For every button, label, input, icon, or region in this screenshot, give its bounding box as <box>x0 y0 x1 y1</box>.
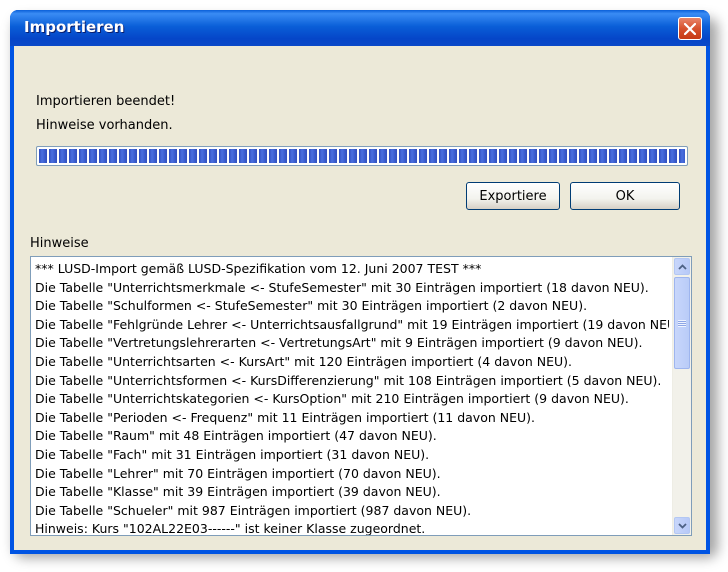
hints-lines: *** LUSD-Import gemäß LUSD-Spezifikation… <box>35 260 669 535</box>
hint-line: Die Tabelle "Unterrichtsformen <- KursDi… <box>35 372 662 388</box>
ok-button[interactable]: OK <box>570 182 680 210</box>
dialog-body: Importieren beendet! Hinweise vorhanden.… <box>14 46 706 550</box>
scroll-up-button[interactable] <box>674 258 690 275</box>
close-button[interactable] <box>678 17 702 40</box>
progress-bar <box>36 146 688 166</box>
hint-line: Die Tabelle "Schulformen <- StufeSemeste… <box>35 298 588 314</box>
hints-label: Hinweise <box>30 236 89 251</box>
hint-line: Die Tabelle "Unterrichtsarten <- KursArt… <box>35 353 572 369</box>
hint-line: *** LUSD-Import gemäß LUSD-Spezifikation… <box>35 261 482 276</box>
status-text-finished: Importieren beendet! <box>36 94 176 109</box>
progress-bar-fill <box>39 149 685 163</box>
hint-line: Die Tabelle "Vertretungslehrerarten <- V… <box>35 335 643 351</box>
hint-line: Die Tabelle "Lehrer" mit 70 Einträgen im… <box>35 465 441 481</box>
scrollbar-grip <box>678 319 686 327</box>
hint-line: Die Tabelle "Klasse" mit 39 Einträgen im… <box>35 484 441 500</box>
scroll-down-button[interactable] <box>674 517 690 534</box>
hint-line: Die Tabelle "Perioden <- Frequenz" mit 1… <box>35 409 535 425</box>
export-button[interactable]: Exportiere <box>466 182 560 210</box>
scroll-up-arrow-icon <box>677 263 687 270</box>
hint-line: Hinweis: Kurs "102AL22E03------" ist kei… <box>35 521 426 535</box>
hint-line: Die Tabelle "Schueler" mit 987 Einträgen… <box>35 502 472 518</box>
import-dialog: Importieren Importieren beendet! Hinweis… <box>10 10 710 554</box>
hint-line: Die Tabelle "Unterrichtsmerkmale <- Stuf… <box>35 279 649 295</box>
title-bar[interactable]: Importieren <box>10 10 710 46</box>
vertical-scrollbar[interactable] <box>672 257 691 535</box>
close-icon <box>684 22 696 35</box>
hint-line: Die Tabelle "Fehlgründe Lehrer <- Unterr… <box>35 316 669 332</box>
scroll-down-arrow-icon <box>677 522 687 529</box>
hint-line: Die Tabelle "Fach" mit 31 Einträgen impo… <box>35 446 430 462</box>
status-text-hints: Hinweise vorhanden. <box>36 118 173 133</box>
window-title: Importieren <box>24 18 125 36</box>
scrollbar-thumb[interactable] <box>674 277 690 369</box>
hint-line: Die Tabelle "Unterrichtskategorien <- Ku… <box>35 391 629 407</box>
hints-listbox[interactable]: *** LUSD-Import gemäß LUSD-Spezifikation… <box>30 256 692 536</box>
hint-line: Die Tabelle "Raum" mit 48 Einträgen impo… <box>35 428 437 444</box>
